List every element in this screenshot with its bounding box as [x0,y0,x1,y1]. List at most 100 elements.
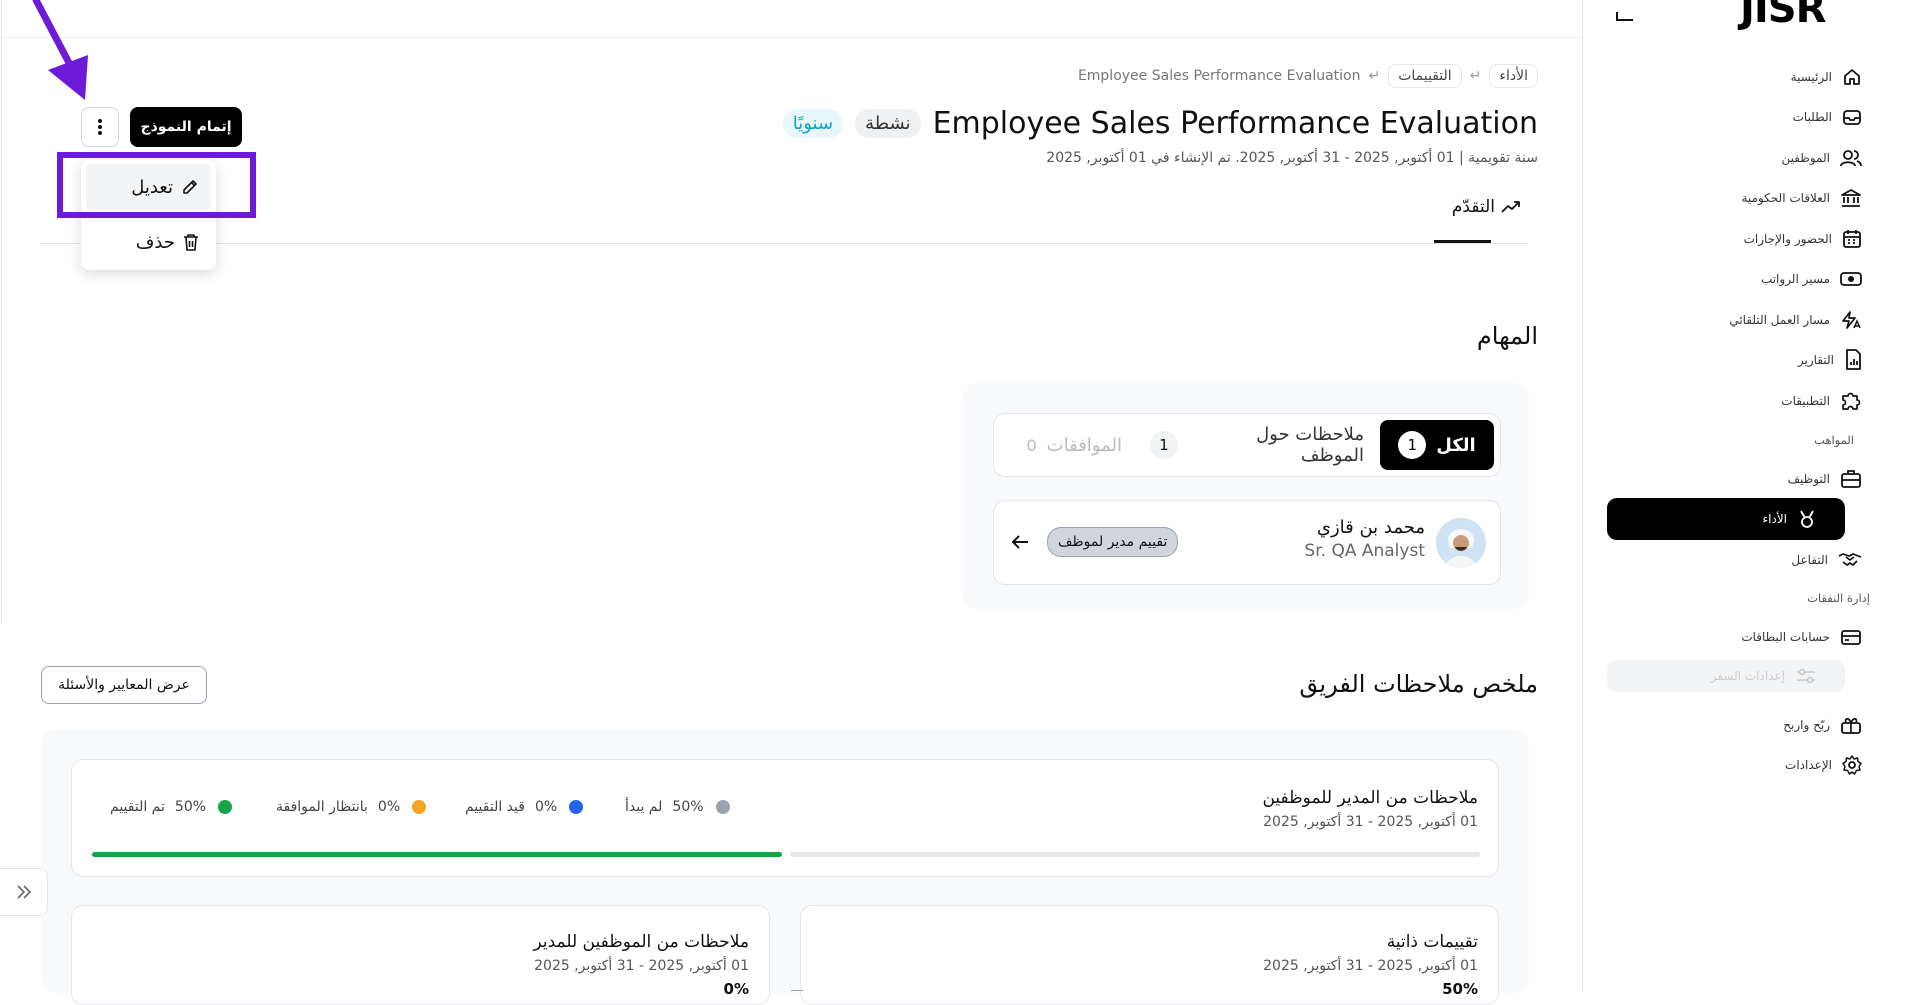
breadcrumb-item-reviews[interactable]: التقييمات [1388,64,1462,88]
arrow-left-icon[interactable] [1010,533,1030,551]
status-badge: نشطة [855,109,921,138]
sidebar-item-label: مسير الرواتب [1760,272,1830,286]
sidebar-item-travel-settings: إعدادات السفر [1607,660,1845,692]
gift-icon [1840,715,1862,735]
complete-form-label: إتمام النموذج [140,119,232,135]
sidebar-item-label: الرئيسية [1790,70,1832,84]
view-criteria-button[interactable]: عرض المعايير والأسئلة [41,666,207,704]
sidebar-item-recruitment[interactable]: التوظيف [1600,454,1890,504]
sidebar-item-label: مسار العمل التلقائي [1729,313,1830,327]
task-row[interactable]: محمد بن قازي Sr. QA Analyst تقييم مدير ل… [993,500,1501,585]
left-edge-line [1,0,2,625]
sidebar-section-expenses: إدارة النفقات [1807,591,1870,605]
tasks-heading: المهام [1476,322,1538,350]
legend-in-review: 0% قيد التقييم [465,799,584,815]
filter-feedback[interactable]: ملاحظات حول الموظف 1 [1150,420,1364,470]
tab-label: التقدّم [1451,197,1495,217]
progress-done [92,852,782,857]
trend-up-icon [1501,200,1521,214]
gear-icon [1842,755,1862,775]
count-badge: 1 [1150,431,1178,459]
sidebar-section-talent: المواهب [1814,433,1854,447]
calendar-icon [1842,229,1862,249]
legend-pending-approval: 0% بانتظار الموافقة [276,799,427,815]
sidebar-item-label: التفاعل [1791,553,1828,567]
breadcrumb-arrow-icon: ↵ [1368,68,1381,84]
menu-item-label: حذف [135,231,175,253]
legend-dot [715,800,730,814]
legend-dot [412,800,427,814]
breadcrumb-arrow-icon: ↵ [1469,68,1482,84]
tasks-filter-bar: الكل 1 ملاحظات حول الموظف 1 الموافقات 0 [993,413,1501,477]
complete-form-button[interactable]: إتمام النموذج [130,107,242,147]
sidebar-item-label: إعدادات السفر [1710,669,1785,683]
summary-heading: ملخص ملاحظات الفريق [1299,670,1538,698]
briefcase-icon [1840,469,1862,489]
more-options-button[interactable] [81,107,119,147]
tasks-card: الكل 1 ملاحظات حول الموظف 1 الموافقات 0 … [963,383,1529,609]
count-badge: 1 [1398,431,1427,459]
sidebar-divider [1582,0,1583,993]
filter-approvals[interactable]: الموافقات 0 [1007,420,1122,470]
sidebar-item-label: الحضور والإجازات [1743,232,1832,246]
sidebar-item-label: التقارير [1797,353,1834,367]
count-badge: 0 [1026,435,1037,455]
legend-dot [218,800,233,814]
sidebar-item-label: الإعدادات [1785,758,1832,772]
chevrons-right-icon [15,884,33,900]
more-vertical-icon [97,118,103,136]
sidebar: JISR الرئيسية الطلبات الموظفين العلاقات … [1600,0,1913,993]
sidebar-item-engagement[interactable]: التفاعل [1600,535,1890,585]
sidebar-item-apps[interactable]: التطبيقات [1600,376,1890,426]
legend-dot [569,800,584,814]
tab-progress[interactable]: التقدّم [1452,197,1521,217]
medal-icon [1797,509,1817,529]
money-icon [1840,270,1862,288]
summary-card: ملاحظات من المدير للموظفين 01 أكتوبر, 20… [41,729,1529,1005]
sidebar-item-performance[interactable]: الأداء [1607,498,1845,540]
employee-role: Sr. QA Analyst [1304,541,1425,561]
avatar [1436,518,1486,568]
peer-card-title: ملاحظات من الموظفين للمدير [533,932,749,952]
sidebar-item-settings[interactable]: الإعدادات [1600,740,1890,790]
sidebar-collapse-icon[interactable] [1615,10,1635,24]
legend-label: قيد التقييم [465,799,525,815]
sidebar-item-label: الطلبات [1792,110,1832,124]
manager-card-title: ملاحظات من المدير للموظفين [1262,788,1478,808]
manager-feedback-card: ملاحظات من المدير للموظفين 01 أكتوبر, 20… [71,759,1499,877]
sidebar-item-label: العلاقات الحكومية [1741,191,1831,205]
breadcrumb-item-current: Employee Sales Performance Evaluation [1077,68,1361,84]
peer-feedback-card: ملاحظات من الموظفين للمدير 01 أكتوبر, 20… [71,905,770,1005]
legend-evaluated: 50% تم التقييم [110,799,233,815]
handshake-icon [1838,551,1862,569]
filter-all[interactable]: الكل 1 [1380,420,1494,470]
sidebar-item-label: حسابات البطاقات [1741,630,1830,644]
self-card-dates: 01 أكتوبر, 2025 - 31 أكتوبر, 2025 [1263,958,1478,974]
review-type-tag: تقييم مدير لموظف [1047,527,1179,557]
card-icon [1840,628,1862,646]
automation-icon [1840,310,1862,330]
trash-icon [183,233,199,251]
legend-value: 0% [377,799,401,815]
tabs-divider [40,243,1529,244]
annotation-arrow-icon [28,0,98,105]
expand-panel-button[interactable] [0,868,48,916]
employee-name: محمد بن قازي [1316,517,1425,538]
breadcrumb-item-performance[interactable]: الأداء [1489,64,1538,88]
filter-label: الكل [1436,434,1476,456]
top-divider [0,37,1582,38]
sidebar-item-label: الموظفين [1781,151,1830,165]
legend-value: 50% [174,799,207,815]
breadcrumb: الأداء ↵ التقييمات ↵ Employee Sales Perf… [1078,64,1538,88]
peer-card-dates: 01 أكتوبر, 2025 - 31 أكتوبر, 2025 [534,958,749,974]
self-card-title: تقييمات ذاتية [1386,932,1478,952]
menu-item-delete[interactable]: حذف [86,220,211,264]
manager-card-dates: 01 أكتوبر, 2025 - 31 أكتوبر, 2025 [1263,814,1478,830]
progress-remaining [790,852,1480,857]
peer-card-percent: 0% [723,980,749,998]
report-icon [1844,349,1862,371]
sidebar-item-card-accounts[interactable]: حسابات البطاقات [1600,612,1890,662]
page-subtitle: سنة تقويمية | 01 أكتوبر, 2025 - 31 أكتوب… [1046,150,1538,166]
annotation-highlight-box [57,152,256,218]
frequency-badge: سنويًا [782,109,844,138]
